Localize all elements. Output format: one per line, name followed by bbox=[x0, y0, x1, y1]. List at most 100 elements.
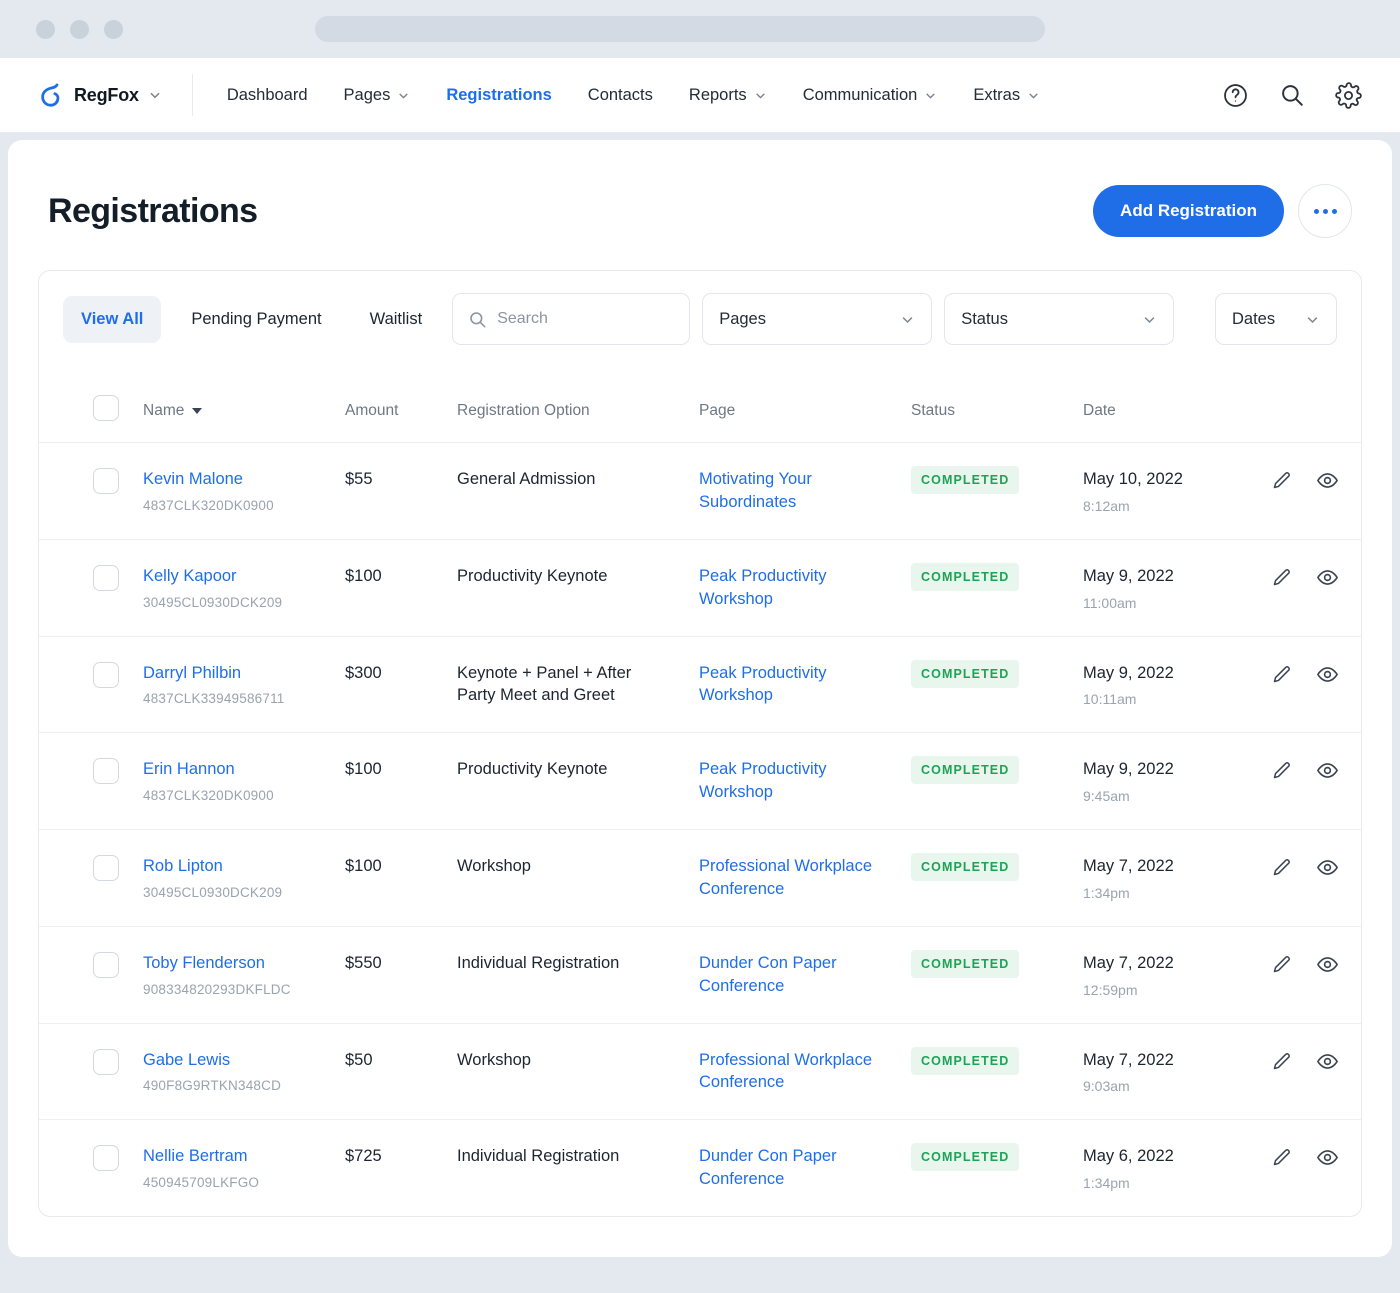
edit-button[interactable] bbox=[1271, 856, 1292, 879]
regfox-logo[interactable]: RegFox bbox=[38, 82, 162, 109]
view-button[interactable] bbox=[1316, 953, 1339, 976]
page-link[interactable]: Professional Workplace Conference bbox=[699, 855, 881, 901]
view-button[interactable] bbox=[1316, 1146, 1339, 1169]
status-badge: COMPLETED bbox=[911, 660, 1019, 688]
registration-option: Workshop bbox=[457, 1049, 699, 1072]
table-header-row: Name Amount Registration Option Page Sta… bbox=[39, 367, 1361, 443]
search-box[interactable] bbox=[452, 293, 690, 345]
tab-view-all[interactable]: View All bbox=[63, 296, 161, 343]
nav-item-label: Contacts bbox=[588, 86, 653, 105]
pages-filter-dropdown[interactable]: Pages bbox=[702, 293, 932, 345]
column-header-name[interactable]: Name bbox=[143, 402, 345, 420]
edit-button[interactable] bbox=[1271, 953, 1292, 976]
registrant-name-link[interactable]: Darryl Philbin bbox=[143, 662, 241, 685]
page-link[interactable]: Professional Workplace Conference bbox=[699, 1049, 881, 1095]
dates-filter-dropdown[interactable]: Dates bbox=[1215, 293, 1337, 345]
page-link[interactable]: Peak Productivity Workshop bbox=[699, 662, 881, 708]
eye-icon bbox=[1316, 953, 1339, 976]
ellipsis-icon bbox=[1323, 209, 1328, 214]
help-icon bbox=[1222, 82, 1249, 109]
registration-date: May 7, 2022 bbox=[1083, 1049, 1249, 1072]
window-control-dot bbox=[70, 20, 89, 39]
select-all-checkbox[interactable] bbox=[93, 395, 119, 421]
status-badge: COMPLETED bbox=[911, 950, 1019, 978]
settings-button[interactable] bbox=[1335, 82, 1362, 109]
nav-items: Dashboard Pages Registrations Contacts R… bbox=[227, 86, 1040, 105]
address-bar[interactable] bbox=[315, 16, 1045, 42]
column-header-registration-option: Registration Option bbox=[457, 402, 699, 420]
search-input[interactable] bbox=[497, 310, 674, 328]
top-nav: RegFox Dashboard Pages Registrations Con… bbox=[0, 58, 1400, 132]
ellipsis-icon bbox=[1314, 209, 1319, 214]
registration-date: May 9, 2022 bbox=[1083, 662, 1249, 685]
edit-button[interactable] bbox=[1271, 469, 1292, 492]
nav-item-extras[interactable]: Extras bbox=[973, 86, 1040, 105]
registration-time: 9:45am bbox=[1083, 788, 1249, 804]
registrant-name-link[interactable]: Toby Flenderson bbox=[143, 952, 265, 975]
edit-button[interactable] bbox=[1271, 566, 1292, 589]
status-filter-dropdown[interactable]: Status bbox=[944, 293, 1174, 345]
row-checkbox[interactable] bbox=[93, 1049, 119, 1075]
nav-search-button[interactable] bbox=[1279, 82, 1305, 108]
page-link[interactable]: Peak Productivity Workshop bbox=[699, 565, 881, 611]
more-actions-button[interactable] bbox=[1298, 184, 1352, 238]
row-checkbox[interactable] bbox=[93, 468, 119, 494]
tab-waitlist[interactable]: Waitlist bbox=[352, 296, 441, 343]
eye-icon bbox=[1316, 663, 1339, 686]
registrant-name-link[interactable]: Rob Lipton bbox=[143, 855, 223, 878]
edit-button[interactable] bbox=[1271, 663, 1292, 686]
tab-pending-payment[interactable]: Pending Payment bbox=[173, 296, 339, 343]
registrant-name-link[interactable]: Erin Hannon bbox=[143, 758, 235, 781]
row-checkbox[interactable] bbox=[93, 662, 119, 688]
eye-icon bbox=[1316, 856, 1339, 879]
view-button[interactable] bbox=[1316, 1050, 1339, 1073]
view-button[interactable] bbox=[1316, 856, 1339, 879]
row-checkbox[interactable] bbox=[93, 952, 119, 978]
registration-date: May 7, 2022 bbox=[1083, 952, 1249, 975]
eye-icon bbox=[1316, 1050, 1339, 1073]
edit-button[interactable] bbox=[1271, 759, 1292, 782]
page-link[interactable]: Dunder Con Paper Conference bbox=[699, 952, 881, 998]
status-badge: COMPLETED bbox=[911, 466, 1019, 494]
registrant-name-link[interactable]: Nellie Bertram bbox=[143, 1145, 248, 1168]
nav-item-reports[interactable]: Reports bbox=[689, 86, 767, 105]
pencil-icon bbox=[1271, 857, 1292, 878]
table-body: Kevin Malone 4837CLK320DK0900 $55 Genera… bbox=[39, 443, 1361, 1216]
table-row: Rob Lipton 30495CL0930DCK209 $100 Worksh… bbox=[39, 830, 1361, 927]
nav-item-communication[interactable]: Communication bbox=[803, 86, 938, 105]
ellipsis-icon bbox=[1332, 209, 1337, 214]
brand-name: RegFox bbox=[74, 85, 139, 106]
registration-date: May 9, 2022 bbox=[1083, 565, 1249, 588]
registrant-name-link[interactable]: Gabe Lewis bbox=[143, 1049, 230, 1072]
row-checkbox[interactable] bbox=[93, 1145, 119, 1171]
row-checkbox[interactable] bbox=[93, 758, 119, 784]
nav-item-pages[interactable]: Pages bbox=[344, 86, 411, 105]
edit-button[interactable] bbox=[1271, 1050, 1292, 1073]
registrant-name-link[interactable]: Kevin Malone bbox=[143, 468, 243, 491]
add-registration-button[interactable]: Add Registration bbox=[1093, 185, 1284, 237]
view-button[interactable] bbox=[1316, 759, 1339, 782]
page-header: Registrations Add Registration bbox=[38, 184, 1362, 238]
page-link[interactable]: Dunder Con Paper Conference bbox=[699, 1145, 881, 1191]
column-header-amount: Amount bbox=[345, 402, 457, 420]
page-link[interactable]: Motivating Your Subordinates bbox=[699, 468, 881, 514]
edit-button[interactable] bbox=[1271, 1146, 1292, 1169]
nav-item-dashboard[interactable]: Dashboard bbox=[227, 86, 308, 105]
chevron-down-icon bbox=[397, 89, 410, 102]
help-button[interactable] bbox=[1222, 82, 1249, 109]
nav-divider bbox=[192, 74, 193, 116]
status-badge: COMPLETED bbox=[911, 1143, 1019, 1171]
view-button[interactable] bbox=[1316, 566, 1339, 589]
nav-item-registrations[interactable]: Registrations bbox=[446, 86, 551, 105]
nav-item-contacts[interactable]: Contacts bbox=[588, 86, 653, 105]
row-checkbox[interactable] bbox=[93, 565, 119, 591]
window-control-dot bbox=[36, 20, 55, 39]
view-button[interactable] bbox=[1316, 469, 1339, 492]
registrant-name-link[interactable]: Kelly Kapoor bbox=[143, 565, 237, 588]
pencil-icon bbox=[1271, 1051, 1292, 1072]
row-checkbox[interactable] bbox=[93, 855, 119, 881]
view-button[interactable] bbox=[1316, 663, 1339, 686]
page-link[interactable]: Peak Productivity Workshop bbox=[699, 758, 881, 804]
search-icon bbox=[468, 310, 487, 329]
eye-icon bbox=[1316, 469, 1339, 492]
